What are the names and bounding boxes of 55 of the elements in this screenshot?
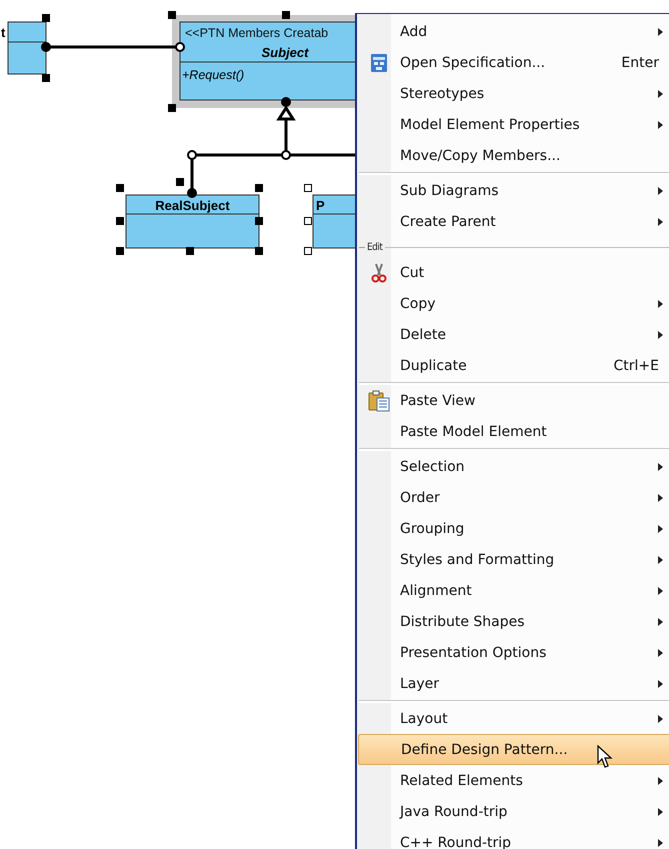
menu-item[interactable]: Styles and Formatting (358, 544, 669, 575)
selection-handle[interactable] (255, 217, 263, 225)
menu-item[interactable]: Open Specification... Enter (358, 47, 669, 78)
selection-handle[interactable] (168, 11, 176, 19)
menu-item[interactable]: Selection (358, 451, 669, 482)
document-icon (370, 52, 388, 72)
menu-item[interactable]: Presentation Options (358, 637, 669, 668)
class-operation: +Request() (182, 68, 244, 82)
menu-item[interactable]: Copy (358, 288, 669, 319)
menu-group-label: Edit (367, 242, 382, 252)
menu-item[interactable]: Layer (358, 668, 669, 699)
class-name: RealSubject (155, 198, 230, 213)
menu-item[interactable]: Distribute Shapes (358, 606, 669, 637)
menu-item[interactable]: Paste View (358, 385, 669, 416)
menu-item[interactable]: Sub Diagrams (358, 175, 669, 206)
selection-handle[interactable] (176, 178, 184, 186)
menu-item[interactable]: Alignment (358, 575, 669, 606)
menu-item[interactable]: Cut (358, 257, 669, 288)
selection-handle[interactable] (304, 247, 312, 255)
class-name: P (316, 198, 325, 213)
selection-handle[interactable] (255, 247, 263, 255)
menu-item[interactable]: Paste Model Element (358, 416, 669, 447)
class-stereotype: <<PTN Members Creatab (185, 26, 328, 40)
selection-handle[interactable] (116, 247, 124, 255)
menu-item[interactable]: Add (358, 16, 669, 47)
menu-item[interactable]: Stereotypes (358, 78, 669, 109)
mouse-cursor-icon (597, 745, 613, 769)
association-line[interactable] (41, 42, 185, 52)
clipboard-icon (368, 390, 390, 412)
scissors-icon (371, 262, 387, 282)
menu-item[interactable]: Create Parent (358, 206, 669, 237)
selection-handle[interactable] (116, 184, 124, 192)
class-name: Subject (262, 45, 308, 60)
menu-item[interactable]: Grouping (358, 513, 669, 544)
selection-handle[interactable] (282, 11, 290, 19)
selection-handle[interactable] (42, 14, 50, 22)
selection-handle[interactable] (168, 104, 176, 112)
menu-item[interactable]: Model Element Properties (358, 109, 669, 140)
menu-item[interactable]: Delete (358, 319, 669, 350)
class-box[interactable] (8, 22, 46, 74)
class-box[interactable] (126, 194, 260, 248)
selection-handle[interactable] (42, 74, 50, 82)
selection-handle[interactable] (186, 247, 194, 255)
menu-item[interactable]: Order (358, 482, 669, 513)
menu-item[interactable]: Related Elements (358, 765, 669, 796)
selection-handle[interactable] (304, 184, 312, 192)
menu-item[interactable]: Layout (358, 703, 669, 734)
menu-item[interactable]: Move/Copy Members... (358, 140, 669, 171)
selection-handle[interactable] (304, 217, 312, 225)
selection-handle[interactable] (116, 217, 124, 225)
selection-handle[interactable] (255, 184, 263, 192)
menu-item[interactable]: Duplicate Ctrl+E (358, 350, 669, 381)
menu-item[interactable]: Define Design Pattern... (358, 734, 669, 765)
class-name: t (1, 25, 6, 40)
menu-item[interactable]: Java Round-trip (358, 796, 669, 827)
